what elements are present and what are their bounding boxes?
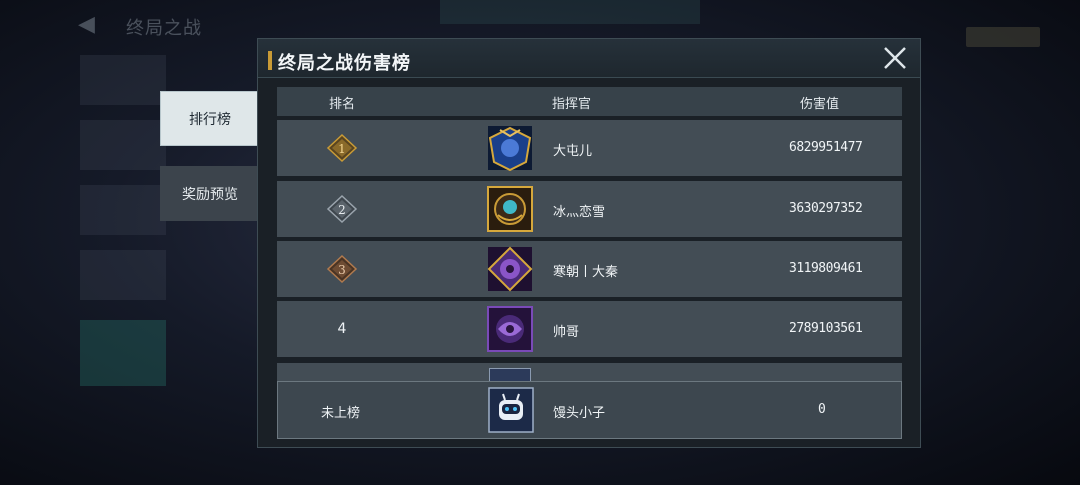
purple-crest-icon[interactable] (486, 305, 534, 353)
damage-value: 2789103561 (789, 321, 863, 336)
purple-gold-crest-icon[interactable] (486, 245, 534, 293)
teal-gold-crest-icon[interactable] (486, 185, 534, 233)
background-side-item[interactable] (80, 120, 166, 170)
panel-title: 终局之战伤害榜 (278, 53, 411, 74)
tab-leaderboard-label: 排行榜 (189, 111, 231, 128)
column-header-row: 排名 指挥官 伤害值 (277, 87, 902, 116)
leaderboard-row[interactable]: 3 寒朝丨大秦 3119809461 (277, 241, 902, 297)
rank-badge-bronze-icon: 3 (322, 254, 362, 284)
my-damage-value: 0 (818, 402, 826, 417)
background-side-item[interactable] (80, 185, 166, 235)
tab-leaderboard[interactable]: 排行榜 (160, 91, 260, 146)
back-arrow-icon[interactable]: ◀ (78, 12, 104, 37)
column-header-rank: 排名 (329, 97, 356, 112)
leaderboard-row[interactable]: 1 大屯儿 6829951477 (277, 120, 902, 176)
close-button[interactable] (870, 39, 920, 77)
rank-badge-silver-icon: 2 (322, 194, 362, 224)
rank-number: 2 (338, 203, 346, 217)
damage-value: 3119809461 (789, 261, 863, 276)
rank-number: 1 (338, 142, 346, 156)
panel-header: 终局之战伤害榜 (258, 39, 920, 78)
damage-value: 3630297352 (789, 201, 863, 216)
tab-reward-preview-label: 奖励预览 (182, 186, 238, 203)
robot-avatar-icon[interactable] (487, 386, 535, 434)
leaderboard-row[interactable]: 2 冰灬恋雪 3630297352 (277, 181, 902, 237)
leaderboard-row-partial[interactable] (277, 363, 902, 381)
leaderboard-row[interactable]: 4 帅哥 2789103561 (277, 301, 902, 357)
partial-avatar-icon (489, 368, 531, 381)
my-commander-name: 馒头小子 (553, 406, 606, 421)
commander-name: 寒朝丨大秦 (553, 265, 619, 280)
column-header-damage: 伤害值 (800, 97, 840, 112)
title-accent-bar (268, 51, 272, 70)
blue-gold-crest-icon[interactable] (486, 124, 534, 172)
rank-cell: 4 (322, 314, 362, 344)
background-side-item-selected[interactable] (80, 320, 166, 386)
my-rank-row[interactable]: 未上榜 馒头小子 0 (277, 381, 902, 439)
damage-leaderboard-panel: 终局之战伤害榜 排名 指挥官 伤害值 1 大屯儿 6829951477 2 冰灬… (257, 38, 921, 448)
rank-number: 3 (338, 263, 346, 277)
commander-name: 大屯儿 (553, 144, 593, 159)
commander-name: 冰灬恋雪 (553, 205, 606, 220)
tab-reward-preview[interactable]: 奖励预览 (160, 166, 260, 221)
rank-number: 4 (337, 321, 347, 337)
close-icon (884, 47, 906, 69)
my-rank-status: 未上榜 (321, 406, 361, 421)
background-side-item[interactable] (80, 250, 166, 300)
background-side-item[interactable] (80, 55, 166, 105)
rank-badge-gold-icon: 1 (322, 133, 362, 163)
top-glow (440, 0, 700, 24)
damage-value: 6829951477 (789, 140, 863, 155)
background-top-button[interactable] (966, 27, 1040, 47)
background-title: 终局之战 (126, 18, 202, 39)
column-header-commander: 指挥官 (552, 97, 592, 112)
commander-name: 帅哥 (553, 325, 580, 340)
